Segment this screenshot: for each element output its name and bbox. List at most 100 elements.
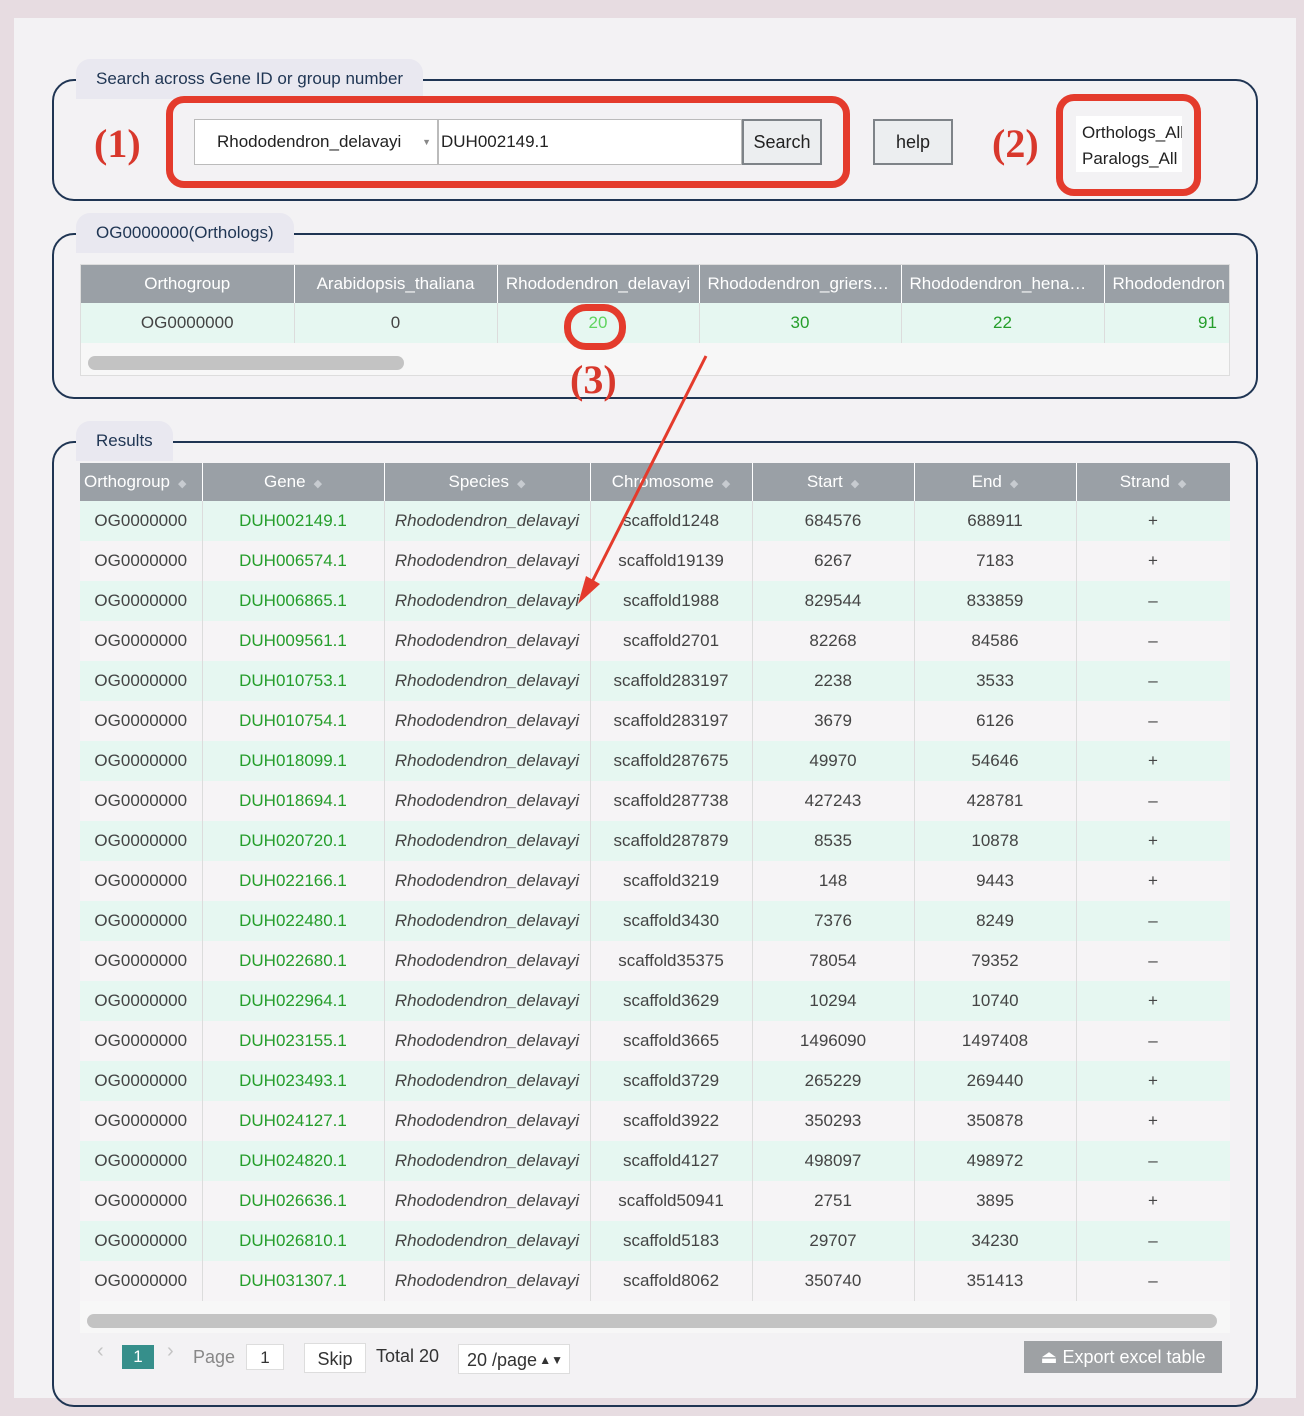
cell-orthogroup: OG0000000 [80,1221,203,1261]
og-header-henanense[interactable]: Rhododendron_henanense [901,265,1105,303]
results-header-end-label: End [971,472,1002,491]
cell-orthogroup: OG0000000 [80,1021,203,1061]
orthogroup-panel-legend: OG0000000(Orthologs) [76,213,294,253]
og-count-link-henanense[interactable]: 22 [901,303,1105,343]
og-horizontal-scrollbar[interactable] [88,356,404,370]
table-row: OG0000000 DUH023493.1 Rhododendron_delavay… [80,1061,1230,1101]
cell-species: Rhododendron_delavayi [384,981,591,1021]
gene-link[interactable]: DUH024127.1 [202,1101,385,1141]
gene-link[interactable]: DUH022166.1 [202,861,385,901]
table-row: OG0000000 DUH020720.1 Rhododendron_delavay… [80,821,1230,861]
results-header-chromosome[interactable]: Chromosome ◆ [590,463,753,501]
results-header-gene[interactable]: Gene ◆ [202,463,385,501]
gene-link[interactable]: DUH026810.1 [202,1221,385,1261]
cell-orthogroup: OG0000000 [80,1261,203,1301]
total-count: Total 20 [376,1346,440,1366]
gene-link[interactable]: DUH022964.1 [202,981,385,1021]
export-excel-button[interactable]: ⏏ Export excel table [1024,1341,1222,1373]
table-row: OG0000000 DUH010753.1 Rhododendron_delavay… [80,661,1230,701]
gene-link[interactable]: DUH031307.1 [202,1261,385,1301]
page-jump-input[interactable]: 1 [246,1344,284,1370]
cell-chromosome: scaffold283197 [590,661,753,701]
cell-orthogroup: OG0000000 [80,581,203,621]
prev-page-button[interactable]: ‹ [97,1340,104,1363]
cell-orthogroup: OG0000000 [80,781,203,821]
gene-link[interactable]: DUH026636.1 [202,1181,385,1221]
gene-link[interactable]: DUH006574.1 [202,541,385,581]
cell-end: 54646 [914,741,1077,781]
results-header-start[interactable]: Start ◆ [752,463,915,501]
cell-end: 3533 [914,661,1077,701]
cell-orthogroup: OG0000000 [80,501,203,541]
cell-species: Rhododendron_delavayi [384,821,591,861]
sort-icon[interactable]: ◆ [517,478,525,490]
cell-species: Rhododendron_delavayi [384,1141,591,1181]
og-count-link-rhododendron[interactable]: 91 [1104,303,1229,343]
og-count-link-griersonianum[interactable]: 30 [699,303,902,343]
cell-strand: – [1076,1261,1230,1301]
gene-link[interactable]: DUH020720.1 [202,821,385,861]
cell-chromosome: scaffold287675 [590,741,753,781]
next-page-button[interactable]: › [167,1340,174,1363]
cell-chromosome: scaffold2701 [590,621,753,661]
gene-link[interactable]: DUH023155.1 [202,1021,385,1061]
page-size-select[interactable]: 20 /page ▲▼ [458,1344,570,1374]
results-header-end[interactable]: End ◆ [914,463,1077,501]
page-number-current[interactable]: 1 [122,1345,154,1369]
cell-strand: + [1076,501,1230,541]
gene-link[interactable]: DUH002149.1 [202,501,385,541]
cell-end: 84586 [914,621,1077,661]
gene-link[interactable]: DUH006865.1 [202,581,385,621]
gene-link[interactable]: DUH024820.1 [202,1141,385,1181]
gene-link[interactable]: DUH010754.1 [202,701,385,741]
cell-chromosome: scaffold3922 [590,1101,753,1141]
gene-link[interactable]: DUH023493.1 [202,1061,385,1101]
og-header-arabidopsis[interactable]: Arabidopsis_thaliana [294,265,498,303]
sort-icon[interactable]: ◆ [314,478,322,490]
help-button[interactable]: help [873,119,953,165]
og-header-delavayi[interactable]: Rhododendron_delavayi [497,265,700,303]
sort-icon[interactable]: ◆ [722,478,730,490]
results-header-orthogroup[interactable]: Orthogroup ◆ [80,463,203,501]
results-header-species[interactable]: Species ◆ [384,463,591,501]
gene-link[interactable]: DUH010753.1 [202,661,385,701]
gene-link[interactable]: DUH018694.1 [202,781,385,821]
cell-end: 10878 [914,821,1077,861]
cell-end: 351413 [914,1261,1077,1301]
export-excel-label: Export excel table [1062,1347,1206,1367]
sort-icon[interactable]: ◆ [178,478,186,490]
cell-start: 3679 [752,701,915,741]
cell-orthogroup: OG0000000 [80,621,203,661]
results-table-body: OG0000000 DUH002149.1 Rhododendron_delavay… [80,501,1230,1301]
cell-start: 7376 [752,901,915,941]
table-row: OG0000000 DUH023155.1 Rhododendron_delavay… [80,1021,1230,1061]
sort-icon[interactable]: ◆ [1010,478,1018,490]
table-row: OG0000000 DUH022166.1 Rhododendron_delavay… [80,861,1230,901]
og-header-griersonianum[interactable]: Rhododendron_griersonianum [699,265,902,303]
og-header-orthogroup[interactable]: Orthogroup [81,265,295,303]
cell-end: 688911 [914,501,1077,541]
gene-link[interactable]: DUH022680.1 [202,941,385,981]
cell-end: 428781 [914,781,1077,821]
gene-link[interactable]: DUH022480.1 [202,901,385,941]
cell-strand: – [1076,901,1230,941]
gene-link[interactable]: DUH009561.1 [202,621,385,661]
sort-icon[interactable]: ◆ [1178,478,1186,490]
cell-strand: + [1076,1181,1230,1221]
sort-icon[interactable]: ◆ [851,478,859,490]
results-header-strand[interactable]: Strand ◆ [1076,463,1230,501]
cell-start: 10294 [752,981,915,1021]
cell-chromosome: scaffold1988 [590,581,753,621]
gene-link[interactable]: DUH018099.1 [202,741,385,781]
cell-chromosome: scaffold35375 [590,941,753,981]
orthogroup-table: Orthogroup Arabidopsis_thaliana Rhododen… [81,265,1229,343]
og-header-rhododendron[interactable]: Rhododendron [1104,265,1229,303]
cell-start: 350293 [752,1101,915,1141]
og-row: OG0000000 0 20 30 22 91 [81,303,1229,343]
results-horizontal-scrollbar[interactable] [87,1314,1217,1328]
table-row: OG0000000 DUH009561.1 Rhododendron_delavay… [80,621,1230,661]
cell-end: 8249 [914,901,1077,941]
skip-button[interactable]: Skip [304,1343,366,1373]
cell-orthogroup: OG0000000 [80,981,203,1021]
cell-chromosome: scaffold1248 [590,501,753,541]
